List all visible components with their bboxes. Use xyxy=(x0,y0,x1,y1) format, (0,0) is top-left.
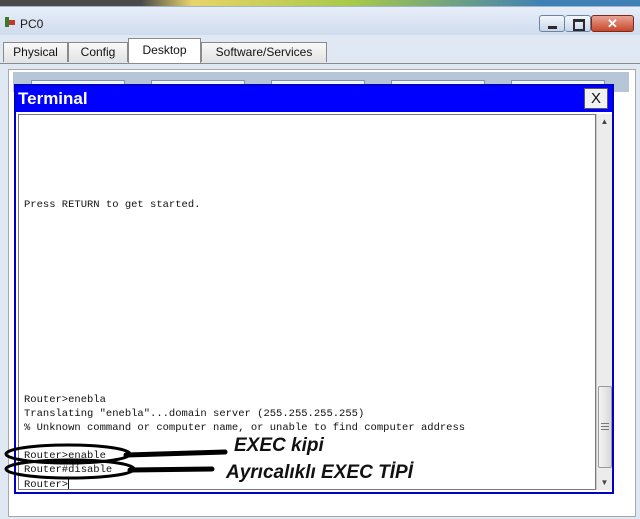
scrollbar-thumb[interactable] xyxy=(598,386,612,468)
console-line: Translating "enebla"...domain server (25… xyxy=(24,408,365,420)
scrollbar-grip xyxy=(601,426,609,427)
console-line: Router>enebla xyxy=(24,394,106,406)
packet-tracer-pc-icon xyxy=(5,17,15,27)
maximize-button[interactable] xyxy=(565,15,591,32)
console-line: % Unknown command or computer name, or u… xyxy=(24,422,466,434)
console-line: Router#disable xyxy=(24,464,113,476)
annotation-privileged-exec-mode: Ayrıcalıklı EXEC TİPİ xyxy=(226,462,413,483)
tab-bar: Physical Config Desktop Software/Service… xyxy=(0,37,640,64)
console-line: Press RETURN to get started. xyxy=(24,199,201,211)
maximize-icon xyxy=(573,19,585,31)
window-close-button[interactable]: ✕ xyxy=(591,15,634,32)
terminal-console[interactable]: Press RETURN to get started. Router>eneb… xyxy=(18,114,596,490)
window-title: PC0 xyxy=(20,17,44,31)
minimize-icon xyxy=(548,26,557,29)
text-cursor xyxy=(68,478,70,489)
scrollbar-grip xyxy=(601,423,609,424)
minimize-button[interactable] xyxy=(539,15,565,32)
scrollbar-grip xyxy=(601,429,609,430)
terminal-dialog: Terminal X Press RETURN to get started. … xyxy=(14,84,614,494)
console-prompt-line: Router> xyxy=(24,478,70,490)
scroll-down-arrow-icon[interactable]: ▼ xyxy=(597,475,612,490)
terminal-scrollbar[interactable]: ▲ ▼ xyxy=(596,114,612,490)
console-prompt: Router> xyxy=(24,479,69,490)
terminal-title: Terminal xyxy=(18,89,88,108)
window-titlebar: PC0 ✕ xyxy=(0,7,640,35)
close-icon: ✕ xyxy=(607,16,618,31)
tab-config[interactable]: Config xyxy=(68,42,128,62)
scroll-up-arrow-icon[interactable]: ▲ xyxy=(597,114,612,129)
console-line: Router>enable xyxy=(24,450,106,462)
annotation-exec-mode: EXEC kipi xyxy=(234,435,324,456)
tab-software-services[interactable]: Software/Services xyxy=(201,42,327,62)
tab-desktop[interactable]: Desktop xyxy=(128,38,201,63)
tab-physical[interactable]: Physical xyxy=(3,42,68,62)
terminal-close-button[interactable]: X xyxy=(584,88,608,109)
terminal-titlebar: Terminal X xyxy=(16,86,612,112)
